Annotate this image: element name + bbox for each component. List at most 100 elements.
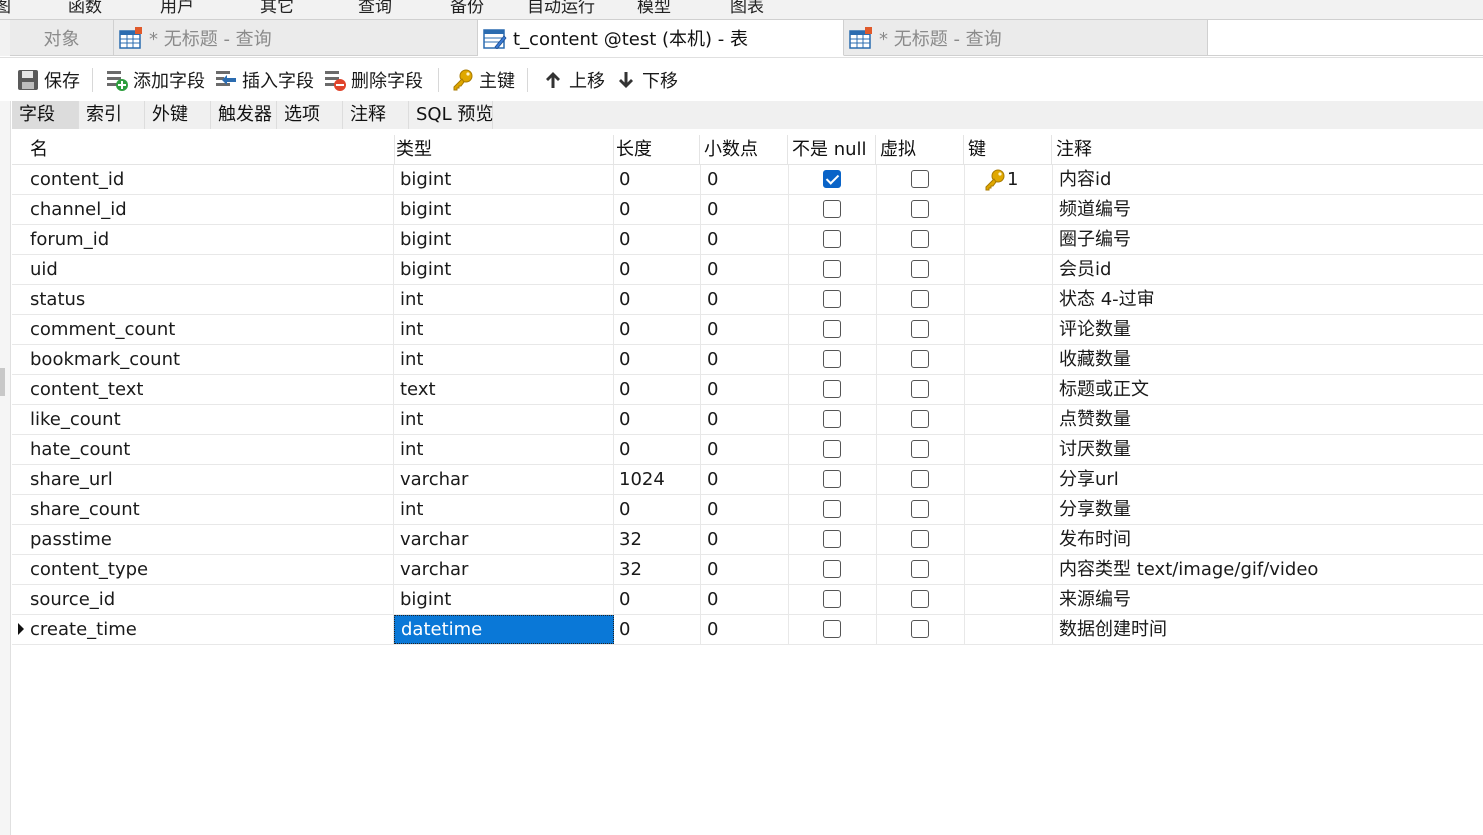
cell-key[interactable] <box>965 375 1053 404</box>
table-row[interactable]: hate_count int 0 0 讨厌数量 <box>12 435 1483 465</box>
cell-length[interactable]: 0 <box>613 495 701 524</box>
table-row[interactable]: content_text text 0 0 标题或正文 <box>12 375 1483 405</box>
table-row[interactable]: comment_count int 0 0 评论数量 <box>12 315 1483 345</box>
not-null-checkbox[interactable] <box>823 620 841 638</box>
cell-not-null[interactable] <box>789 525 877 554</box>
cell-type[interactable]: varchar <box>394 555 614 584</box>
cell-not-null[interactable] <box>789 195 877 224</box>
cell-not-null[interactable] <box>789 255 877 284</box>
cell-not-null[interactable] <box>789 375 877 404</box>
cell-virtual[interactable] <box>877 495 965 524</box>
cell-comment[interactable]: 数据创建时间 <box>1053 615 1483 644</box>
cell-decimals[interactable]: 0 <box>701 255 789 284</box>
cell-decimals[interactable]: 0 <box>701 225 789 254</box>
cell-decimals[interactable]: 0 <box>701 435 789 464</box>
menu-item-others[interactable]: 其它 <box>260 0 294 17</box>
cell-key[interactable] <box>965 315 1053 344</box>
not-null-checkbox[interactable] <box>823 410 841 428</box>
cell-name[interactable]: bookmark_count <box>24 345 394 374</box>
virtual-checkbox[interactable] <box>911 200 929 218</box>
cell-virtual[interactable] <box>877 315 965 344</box>
column-header-key[interactable]: 键 <box>963 135 1052 165</box>
cell-key[interactable] <box>965 345 1053 374</box>
cell-length[interactable]: 0 <box>613 435 701 464</box>
cell-virtual[interactable] <box>877 525 965 554</box>
virtual-checkbox[interactable] <box>911 440 929 458</box>
cell-decimals[interactable]: 0 <box>701 495 789 524</box>
cell-not-null[interactable] <box>789 225 877 254</box>
cell-virtual[interactable] <box>877 405 965 434</box>
column-header-length[interactable]: 长度 <box>611 135 700 165</box>
cell-virtual[interactable] <box>877 585 965 614</box>
tab-untitled-query-1[interactable]: * 无标题 - 查询 <box>114 20 478 56</box>
virtual-checkbox[interactable] <box>911 380 929 398</box>
cell-type[interactable]: bigint <box>394 225 614 254</box>
tab-untitled-query-2[interactable]: * 无标题 - 查询 <box>844 20 1208 56</box>
save-button[interactable]: 保存 <box>16 66 80 94</box>
cell-not-null[interactable] <box>789 585 877 614</box>
cell-type[interactable]: bigint <box>394 165 614 194</box>
cell-name[interactable]: hate_count <box>24 435 394 464</box>
cell-virtual[interactable] <box>877 255 965 284</box>
not-null-checkbox[interactable] <box>823 560 841 578</box>
cell-comment[interactable]: 讨厌数量 <box>1053 435 1483 464</box>
column-header-not-null[interactable]: 不是 null <box>787 135 876 165</box>
cell-length[interactable]: 0 <box>613 615 701 644</box>
cell-decimals[interactable]: 0 <box>701 465 789 494</box>
cell-not-null[interactable] <box>789 315 877 344</box>
table-row[interactable]: source_id bigint 0 0 来源编号 <box>12 585 1483 615</box>
cell-comment[interactable]: 内容id <box>1053 165 1483 194</box>
virtual-checkbox[interactable] <box>911 470 929 488</box>
splitter-handle[interactable] <box>0 368 5 396</box>
cell-not-null[interactable] <box>789 465 877 494</box>
table-row[interactable]: passtime varchar 32 0 发布时间 <box>12 525 1483 555</box>
cell-name[interactable]: source_id <box>24 585 394 614</box>
subtab-foreign-keys[interactable]: 外键 <box>145 101 211 129</box>
not-null-checkbox[interactable] <box>823 230 841 248</box>
cell-name[interactable]: forum_id <box>24 225 394 254</box>
cell-decimals[interactable]: 0 <box>701 405 789 434</box>
cell-length[interactable]: 0 <box>613 315 701 344</box>
primary-key-button[interactable]: 主键 <box>451 66 515 94</box>
table-row[interactable]: like_count int 0 0 点赞数量 <box>12 405 1483 435</box>
cell-name[interactable]: status <box>24 285 394 314</box>
menu-item-users[interactable]: 用户 <box>160 0 194 17</box>
cell-decimals[interactable]: 0 <box>701 525 789 554</box>
tab-objects[interactable]: 对象 <box>10 20 114 56</box>
cell-type[interactable]: varchar <box>394 525 614 554</box>
cell-name[interactable]: like_count <box>24 405 394 434</box>
table-row[interactable]: content_type varchar 32 0 内容类型 text/image/gi… <box>12 555 1483 585</box>
cell-decimals[interactable]: 0 <box>701 585 789 614</box>
menu-item-backup[interactable]: 备份 <box>450 0 484 17</box>
menu-item-chart[interactable]: 图表 <box>730 0 764 17</box>
cell-name[interactable]: channel_id <box>24 195 394 224</box>
cell-length[interactable]: 0 <box>613 165 701 194</box>
subtab-options[interactable]: 选项 <box>277 101 343 129</box>
delete-field-button[interactable]: 删除字段 <box>323 66 423 94</box>
cell-name[interactable]: content_type <box>24 555 394 584</box>
cell-not-null[interactable] <box>789 615 877 644</box>
cell-key[interactable] <box>965 195 1053 224</box>
cell-key[interactable] <box>965 585 1053 614</box>
cell-not-null[interactable] <box>789 435 877 464</box>
cell-name[interactable]: uid <box>24 255 394 284</box>
cell-not-null[interactable] <box>789 165 877 194</box>
subtab-indexes[interactable]: 索引 <box>79 101 145 129</box>
cell-type[interactable]: bigint <box>394 585 614 614</box>
cell-length[interactable]: 1024 <box>613 465 701 494</box>
virtual-checkbox[interactable] <box>911 500 929 518</box>
cell-decimals[interactable]: 0 <box>701 315 789 344</box>
column-header-virtual[interactable]: 虚拟 <box>875 135 964 165</box>
cell-type[interactable]: int <box>394 315 614 344</box>
cell-comment[interactable]: 收藏数量 <box>1053 345 1483 374</box>
cell-key[interactable]: 1 <box>965 165 1053 194</box>
cell-type[interactable]: bigint <box>394 195 614 224</box>
cell-virtual[interactable] <box>877 225 965 254</box>
virtual-checkbox[interactable] <box>911 590 929 608</box>
column-header-type[interactable]: 类型 <box>391 135 614 165</box>
virtual-checkbox[interactable] <box>911 410 929 428</box>
not-null-checkbox[interactable] <box>823 290 841 308</box>
cell-type[interactable]: datetime <box>394 615 614 644</box>
cell-decimals[interactable]: 0 <box>701 285 789 314</box>
cell-name[interactable]: content_text <box>24 375 394 404</box>
